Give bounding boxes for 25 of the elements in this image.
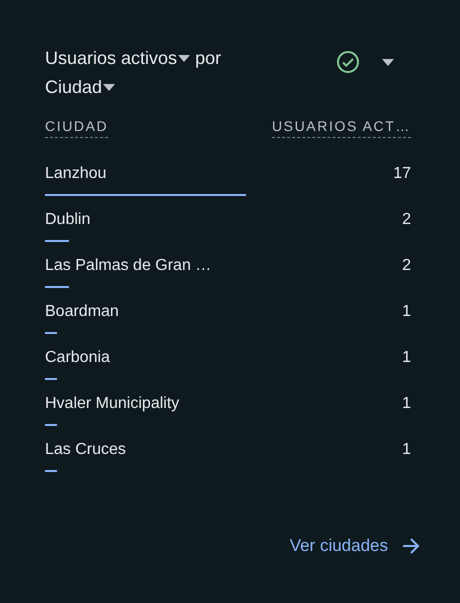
column-header[interactable]: USUARIOS ACT… xyxy=(272,118,411,138)
caret-icon xyxy=(178,55,190,62)
check-circle-icon[interactable] xyxy=(336,50,360,74)
city-name: Las Cruces xyxy=(45,440,126,460)
user-count: 2 xyxy=(402,256,411,276)
user-count: 1 xyxy=(402,348,411,368)
user-count: 1 xyxy=(402,302,411,322)
dimension-selector[interactable]: Ciudad xyxy=(45,73,116,102)
metric-selector[interactable]: Usuarios activos xyxy=(45,44,190,73)
city-name: Carbonia xyxy=(45,348,110,368)
city-name: Hvaler Municipality xyxy=(45,394,180,414)
city-name: Boardman xyxy=(45,302,119,322)
arrow-right-icon xyxy=(402,538,420,554)
user-count: 2 xyxy=(402,210,411,230)
city-name: Lanzhou xyxy=(45,164,106,184)
user-count: 17 xyxy=(393,164,411,184)
column-header[interactable]: CIUDAD xyxy=(45,118,108,138)
user-count: 1 xyxy=(402,394,411,414)
user-count: 1 xyxy=(402,440,411,460)
view-cities-link[interactable]: Ver ciudades xyxy=(290,536,420,556)
caret-icon xyxy=(103,84,116,91)
title-joiner: por xyxy=(195,48,222,68)
dropdown-icon[interactable] xyxy=(382,58,394,66)
city-name: Dublin xyxy=(45,210,90,230)
city-name: Las Palmas de Gran … xyxy=(45,256,212,276)
